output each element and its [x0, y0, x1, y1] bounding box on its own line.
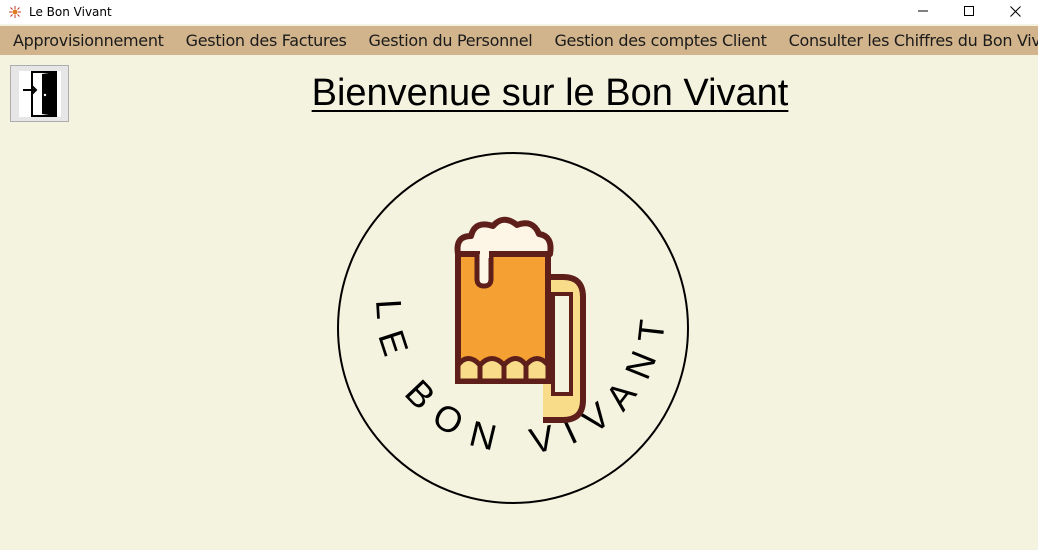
menu-gestion-factures[interactable]: Gestion des Factures — [175, 26, 358, 55]
le-bon-vivant-logo: LE BON VIVANT — [337, 152, 689, 504]
close-button[interactable] — [992, 0, 1038, 22]
menu-gestion-comptes-client[interactable]: Gestion des comptes Client — [543, 26, 777, 55]
maximize-icon — [964, 6, 974, 16]
window-title: Le Bon Vivant — [29, 5, 112, 19]
page-title: Bienvenue sur le Bon Vivant — [311, 72, 789, 114]
maximize-button[interactable] — [946, 0, 992, 22]
menu-gestion-personnel[interactable]: Gestion du Personnel — [358, 26, 544, 55]
menu-consulter-chiffres[interactable]: Consulter les Chiffres du Bon Vivant — [778, 26, 1038, 55]
menubar: Approvisionnement Gestion des Factures G… — [0, 26, 1038, 55]
app-icon — [8, 5, 22, 19]
minimize-button[interactable] — [900, 0, 946, 22]
minimize-icon — [918, 10, 928, 12]
window-controls — [900, 0, 1038, 24]
menu-approvisionnement[interactable]: Approvisionnement — [0, 26, 175, 55]
beer-mug-icon — [454, 216, 586, 423]
close-icon — [1009, 5, 1021, 17]
window-titlebar: Le Bon Vivant — [0, 0, 1038, 24]
